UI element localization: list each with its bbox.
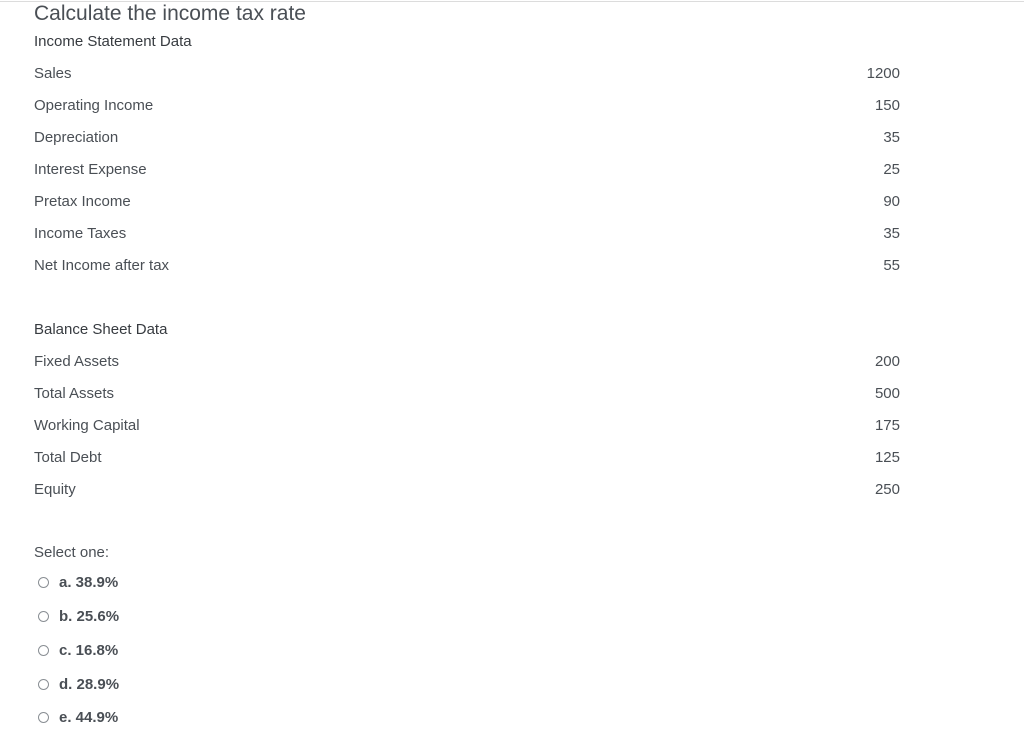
table-row: Income Taxes 35 [34,225,900,243]
table-row: Depreciation 35 [34,129,900,147]
radio-button-b[interactable] [38,610,49,622]
radio-button-c[interactable] [38,644,49,656]
row-label: Equity [34,481,76,498]
table-row: Pretax Income 90 [34,193,900,211]
row-label: Total Debt [34,449,102,466]
table-row: Operating Income 150 [34,97,900,115]
row-value: 175 [874,417,900,434]
row-value: 200 [874,353,900,370]
option-label[interactable]: c. 16.8% [59,642,118,659]
row-value: 25 [883,161,900,178]
row-label: Operating Income [34,97,154,114]
option-label[interactable]: b. 25.6% [59,608,119,625]
row-label: Interest Expense [34,161,147,178]
answer-option-a[interactable]: a. 38.9% [38,572,118,592]
row-label: Depreciation [34,129,119,146]
row-label: Income Taxes [34,225,127,242]
option-label[interactable]: e. 44.9% [59,709,118,726]
table-row: Equity 250 [34,481,900,499]
answer-option-c[interactable]: c. 16.8% [38,640,118,660]
option-label[interactable]: d. 28.9% [59,676,119,693]
row-value: 250 [874,481,900,498]
answer-option-d[interactable]: d. 28.9% [38,674,119,694]
table-row: Sales 1200 [34,65,900,83]
row-value: 35 [883,225,900,242]
row-value: 150 [874,97,900,114]
balance-sheet-heading: Balance Sheet Data [34,321,168,338]
option-label[interactable]: a. 38.9% [59,574,118,591]
row-value: 500 [874,385,900,402]
select-one-prompt: Select one: [34,544,110,561]
row-label: Sales [34,65,72,82]
row-value: 55 [883,257,900,274]
radio-button-a[interactable] [38,576,49,588]
row-value: 125 [874,449,900,466]
row-label: Working Capital [34,417,140,434]
row-label: Net Income after tax [34,257,170,274]
answer-option-b[interactable]: b. 25.6% [38,606,119,626]
row-label: Fixed Assets [34,353,120,370]
income-statement-heading: Income Statement Data [34,33,192,50]
table-row: Fixed Assets 200 [34,353,900,371]
row-label: Total Assets [34,385,115,402]
radio-button-d[interactable] [38,678,49,690]
table-row: Total Assets 500 [34,385,900,403]
table-row: Interest Expense 25 [34,161,900,179]
row-value: 35 [883,129,900,146]
row-value: 1200 [866,65,900,82]
answer-option-e[interactable]: e. 44.9% [38,707,118,727]
table-row: Working Capital 175 [34,417,900,435]
table-row: Net Income after tax 55 [34,257,900,275]
radio-button-e[interactable] [38,711,49,723]
row-value: 90 [883,193,900,210]
table-row: Total Debt 125 [34,449,900,467]
row-label: Pretax Income [34,193,131,210]
question-title: Calculate the income tax rate [34,2,306,25]
